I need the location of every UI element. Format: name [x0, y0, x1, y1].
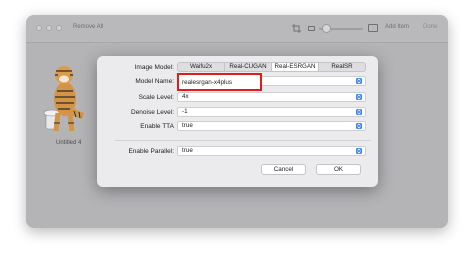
segment-waifu2x[interactable]: Waifu2x: [178, 63, 224, 71]
model-name-highlight: realesrgan-x4plus: [177, 73, 262, 91]
close-window-button[interactable]: [36, 25, 42, 31]
large-image-icon: [368, 24, 378, 32]
enable-tta-dropdown-icon[interactable]: [356, 123, 362, 129]
model-name-label: Model Name:: [135, 78, 174, 85]
minimize-window-button[interactable]: [46, 25, 52, 31]
enable-parallel-select[interactable]: true: [177, 146, 366, 156]
model-name-input[interactable]: realesrgan-x4plus: [182, 79, 232, 86]
enable-tta-value: true: [182, 122, 193, 129]
remove-all-button[interactable]: Remove All: [73, 24, 103, 30]
add-item-button[interactable]: Add Item: [385, 24, 409, 30]
scale-level-select[interactable]: 4x: [177, 92, 366, 102]
app-window: Remove All Add Item Done Untitled 4 Imag…: [26, 15, 448, 228]
segment-real-cugan[interactable]: Real-CUGAN: [224, 63, 271, 71]
enable-parallel-dropdown-icon[interactable]: [356, 148, 362, 154]
model-name-dropdown-icon[interactable]: [356, 78, 362, 84]
item-label: Untitled 4: [56, 140, 82, 146]
scale-level-label: Scale Level:: [138, 94, 174, 101]
segment-realsr[interactable]: RealSR: [318, 63, 365, 71]
zoom-slider-knob[interactable]: [322, 24, 331, 33]
done-button[interactable]: Done: [423, 24, 437, 30]
scale-level-dropdown-icon[interactable]: [356, 94, 362, 100]
cancel-button[interactable]: Cancel: [261, 164, 306, 175]
segment-real-esrgan[interactable]: Real-ESRGAN: [271, 63, 318, 71]
denoise-level-dropdown-icon[interactable]: [356, 109, 362, 115]
denoise-level-label: Denoise Level:: [131, 109, 174, 116]
crop-icon[interactable]: [292, 24, 301, 33]
zoom-window-button[interactable]: [56, 25, 62, 31]
scale-level-value: 4x: [182, 93, 189, 100]
titlebar: Remove All Add Item Done: [26, 15, 448, 43]
image-model-label: Image Model:: [134, 64, 174, 71]
small-image-icon: [308, 26, 315, 31]
settings-dialog: Image Model: Waifu2x Real-CUGAN Real-ESR…: [97, 56, 378, 187]
denoise-level-select[interactable]: -1: [177, 107, 366, 117]
enable-parallel-value: true: [182, 147, 193, 154]
enable-tta-label: Enable TTA: [140, 123, 174, 130]
denoise-level-value: -1: [182, 108, 188, 115]
divider: [115, 140, 371, 141]
image-model-segmented-control[interactable]: Waifu2x Real-CUGAN Real-ESRGAN RealSR: [177, 62, 366, 72]
ok-button[interactable]: OK: [316, 164, 361, 175]
enable-parallel-label: Enable Parallel:: [128, 148, 174, 155]
enable-tta-select[interactable]: true: [177, 121, 366, 131]
tiger-thumbnail[interactable]: [42, 61, 86, 133]
